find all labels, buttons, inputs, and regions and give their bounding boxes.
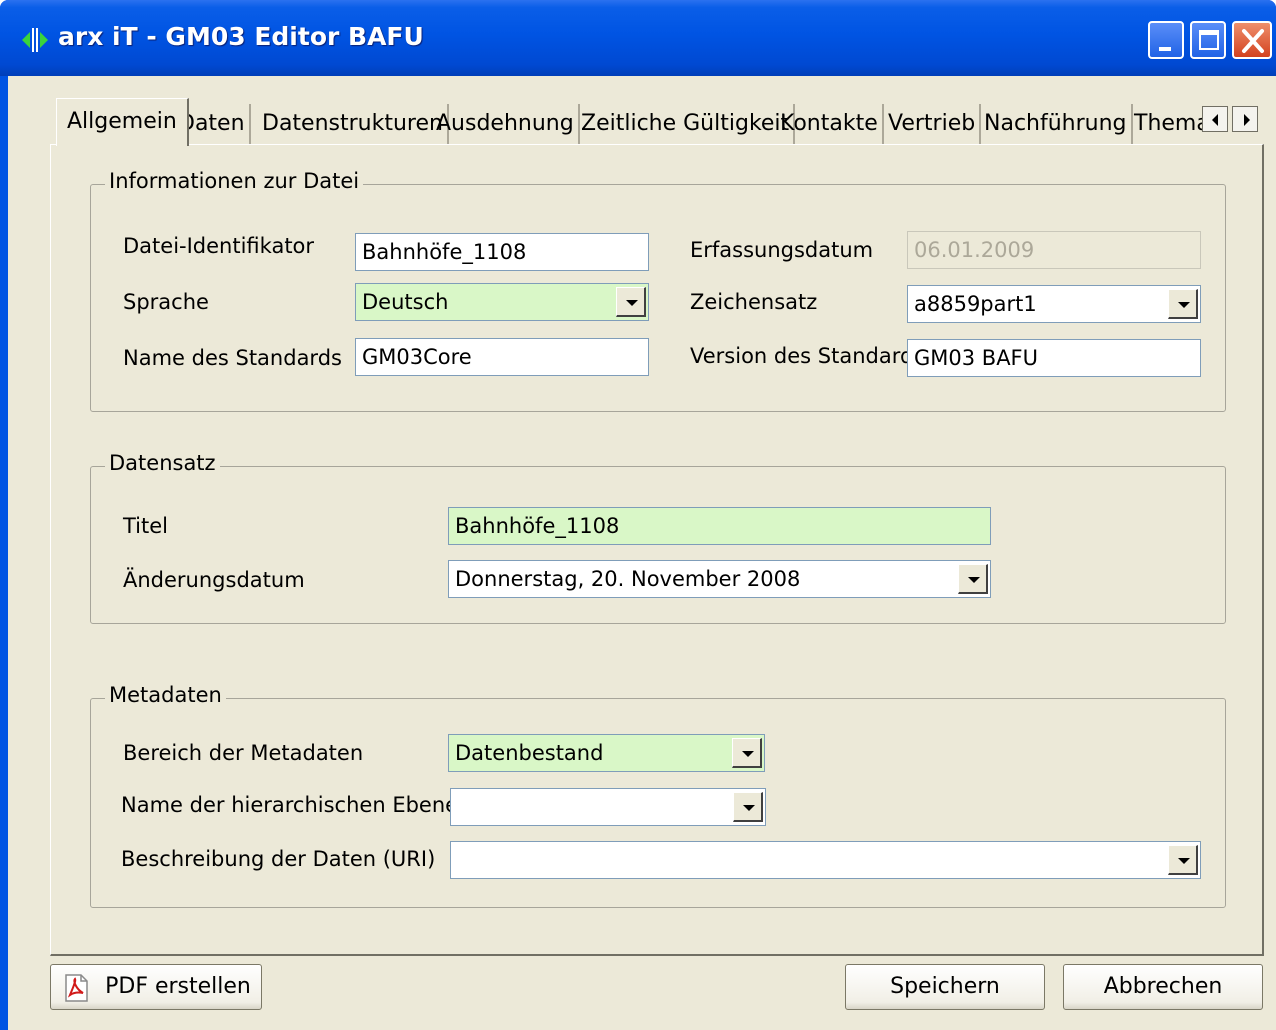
create-pdf-button[interactable]: PDF erstellen	[50, 964, 262, 1010]
dialog-client: Allgemein Daten Datenstrukturen Ausdehnu…	[8, 76, 1276, 1030]
language-dropdown-button[interactable]	[616, 287, 646, 317]
hierarchy-level-dropdown-button[interactable]	[733, 792, 763, 822]
create-pdf-label: PDF erstellen	[105, 974, 251, 999]
data-description-dropdown-button[interactable]	[1168, 845, 1198, 875]
group-title: Datensatz	[105, 451, 220, 475]
chevron-down-icon	[968, 577, 980, 583]
charset-select[interactable]: a8859part1	[907, 285, 1201, 323]
charset-dropdown-button[interactable]	[1168, 289, 1198, 319]
tab-nachfuehrung[interactable]: Nachführung	[980, 104, 1133, 144]
data-description-label: Beschreibung der Daten (URI)	[121, 847, 436, 871]
chevron-down-icon	[743, 805, 755, 811]
maximize-button[interactable]	[1190, 21, 1226, 59]
language-label: Sprache	[123, 290, 209, 314]
dataset-title-field[interactable]: Bahnhöfe_1108	[448, 507, 991, 545]
arrow-left-icon	[1212, 114, 1218, 126]
title-bar[interactable]: arx iT - GM03 Editor BAFU	[0, 0, 1276, 76]
chevron-down-icon	[1178, 302, 1190, 308]
maximize-icon	[1199, 30, 1219, 50]
tab-datenstrukturen[interactable]: Datenstrukturen	[258, 104, 449, 144]
arrow-right-icon	[1244, 114, 1250, 126]
charset-value: a8859part1	[914, 292, 1037, 316]
group-title: Metadaten	[105, 683, 226, 707]
chevron-down-icon	[1178, 858, 1190, 864]
charset-label: Zeichensatz	[690, 290, 818, 314]
window-title: arx iT - GM03 Editor BAFU	[58, 22, 424, 51]
close-button[interactable]	[1232, 21, 1272, 59]
group-title: Informationen zur Datei	[105, 169, 364, 193]
metadata-scope-label: Bereich der Metadaten	[123, 741, 364, 765]
app-icon	[22, 28, 48, 52]
capture-date-label: Erfassungsdatum	[690, 238, 874, 262]
save-button[interactable]: Speichern	[845, 964, 1045, 1010]
change-date-dropdown-button[interactable]	[958, 564, 988, 594]
standard-version-field[interactable]: GM03 BAFU	[907, 339, 1201, 377]
data-description-select[interactable]	[450, 841, 1201, 879]
hierarchy-level-label: Name der hierarchischen Ebene	[121, 793, 459, 817]
minimize-icon	[1159, 47, 1171, 51]
tab-zeitliche-gueltigkeit[interactable]: Zeitliche Gültigkeit	[577, 104, 796, 144]
metadata-scope-value: Datenbestand	[455, 741, 604, 765]
chevron-down-icon	[742, 751, 754, 757]
tab-vertrieb[interactable]: Vertrieb	[884, 104, 982, 144]
tab-thema[interactable]: Thema	[1130, 104, 1208, 144]
standard-name-field[interactable]: GM03Core	[355, 338, 649, 376]
tab-allgemein[interactable]: Allgemein	[56, 98, 189, 146]
change-date-label: Änderungsdatum	[123, 568, 305, 592]
file-id-field[interactable]: Bahnhöfe_1108	[355, 233, 649, 271]
dataset-title-label: Titel	[123, 514, 169, 538]
tab-ausdehnung[interactable]: Ausdehnung	[432, 104, 580, 144]
standard-version-label: Version des Standards	[690, 344, 925, 368]
standard-name-label: Name des Standards	[123, 346, 342, 370]
change-date-picker[interactable]: Donnerstag, 20. November 2008	[448, 560, 991, 598]
tab-kontakte[interactable]: Kontakte	[776, 104, 884, 144]
language-value: Deutsch	[362, 290, 449, 314]
hierarchy-level-select[interactable]	[450, 788, 766, 826]
tab-scroll-right-button[interactable]	[1232, 106, 1258, 132]
cancel-button[interactable]: Abbrechen	[1063, 964, 1263, 1010]
minimize-button[interactable]	[1148, 21, 1184, 59]
close-icon	[1242, 29, 1264, 53]
tab-scroll-left-button[interactable]	[1202, 106, 1228, 132]
metadata-scope-dropdown-button[interactable]	[732, 738, 762, 768]
pdf-icon	[65, 974, 88, 1002]
metadata-scope-select[interactable]: Datenbestand	[448, 734, 765, 772]
chevron-down-icon	[626, 300, 638, 306]
language-select[interactable]: Deutsch	[355, 283, 649, 321]
dataset-group: Datensatz	[90, 451, 1226, 624]
capture-date-field: 06.01.2009	[907, 231, 1201, 269]
app-window: arx iT - GM03 Editor BAFU Allgemein Date…	[0, 0, 1276, 1030]
change-date-value: Donnerstag, 20. November 2008	[455, 567, 801, 591]
file-id-label: Datei-Identifikator	[123, 234, 315, 258]
